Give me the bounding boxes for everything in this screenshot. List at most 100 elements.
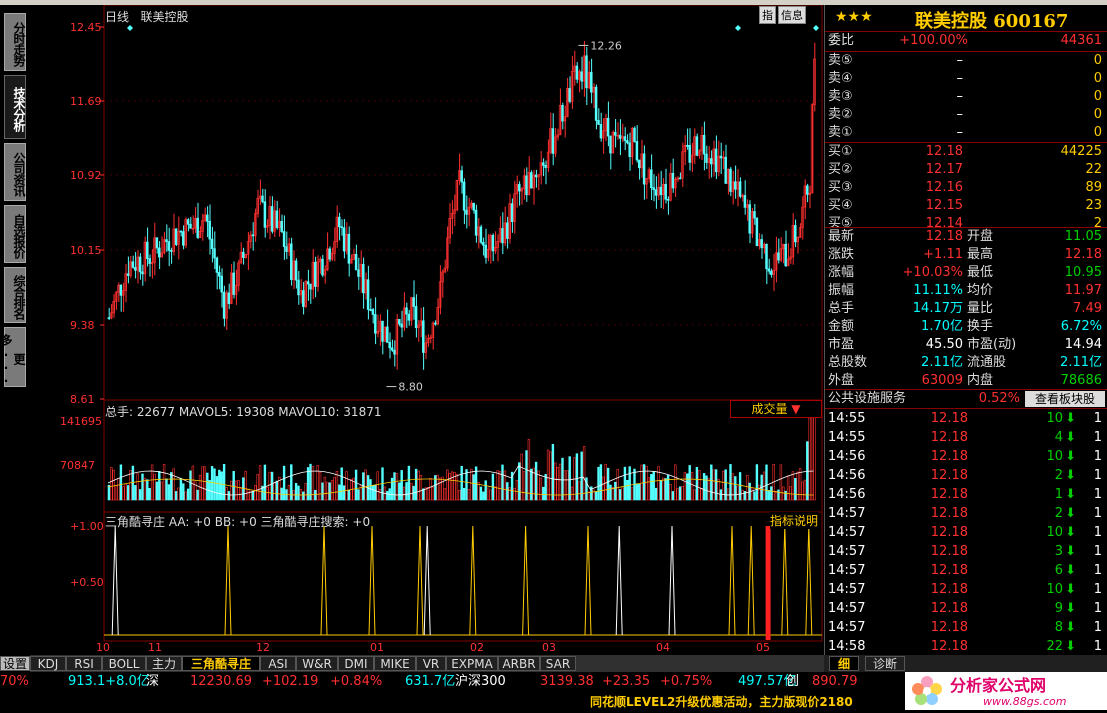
indicator-tab-5[interactable]: 三角酷寻庄 xyxy=(182,656,260,671)
tick-count: 1 xyxy=(1093,620,1102,635)
buy-price: 12.18 xyxy=(925,144,963,159)
volume-bar xyxy=(263,464,267,501)
sector-pct: 0.52% xyxy=(978,391,1020,406)
month-axis-label: 12 xyxy=(256,641,270,654)
buy-label: 买④ xyxy=(828,198,853,213)
indicator-tab-6[interactable]: ASI xyxy=(260,656,296,671)
left-tab-5[interactable]: 更多... xyxy=(0,327,26,387)
volume-bar xyxy=(654,487,658,501)
volume-dropdown-label: 成交量 xyxy=(751,402,788,416)
indicator-tab-13[interactable]: SAR xyxy=(540,656,576,671)
indicator-tab-12[interactable]: ARBR xyxy=(498,656,540,671)
tick-time: 14:56 xyxy=(828,468,866,483)
volume-bar xyxy=(191,465,195,501)
kline-chart-area[interactable]: 12.45 11.69 10.92 10.15 9.38 8.61 141695 70847 +… xyxy=(30,5,824,655)
candle-body xyxy=(220,275,223,293)
down-arrow-icon: ⬇ xyxy=(1065,487,1076,502)
tick-price: 12.18 xyxy=(930,620,968,635)
volume-bar xyxy=(489,489,492,501)
candle-body xyxy=(585,55,588,89)
tick-row: 14:57 12.18 8 ⬇ 1 xyxy=(825,619,1107,637)
left-tab-1[interactable]: 技术分析 xyxy=(4,75,26,139)
volume-bar xyxy=(767,490,771,501)
indicator-info-button[interactable]: 指 xyxy=(759,6,776,24)
volume-bar xyxy=(779,464,783,501)
down-arrow-icon: ⬇ xyxy=(1065,525,1076,540)
volume-bar xyxy=(482,491,485,501)
stock-info-button[interactable]: 信息 xyxy=(778,6,806,24)
month-axis-label: 05 xyxy=(756,641,770,654)
volume-bar xyxy=(275,480,279,501)
down-arrow-icon: ⬇ xyxy=(1065,544,1076,559)
indicator-tab-7[interactable]: W&R xyxy=(296,656,338,671)
sell-volume: 0 xyxy=(1093,125,1102,140)
volume-bar xyxy=(717,478,720,501)
indicator-tab-1[interactable]: KDJ xyxy=(30,656,66,671)
candle-body xyxy=(213,248,216,259)
indicator-tab-9[interactable]: MIKE xyxy=(374,656,416,671)
indicator-tab-3[interactable]: BOLL xyxy=(102,656,146,671)
volume-bar xyxy=(398,482,401,501)
indicator-spike xyxy=(615,525,623,636)
volume-bar xyxy=(674,464,677,501)
candle-body xyxy=(767,268,771,272)
volume-bar xyxy=(189,470,192,501)
indicator-tab-11[interactable]: EXPMA xyxy=(446,656,498,671)
tick-row: 14:57 12.18 10 ⬇ 1 xyxy=(825,524,1107,542)
tick-price: 12.18 xyxy=(930,563,968,578)
candle-body xyxy=(357,269,360,277)
left-tab-4[interactable]: 综合排名 xyxy=(4,267,26,323)
volume-bar xyxy=(321,482,324,501)
candle-body xyxy=(638,159,641,169)
left-tab-2[interactable]: 公司资讯 xyxy=(4,143,26,201)
volume-bar xyxy=(734,476,737,501)
volume-bar xyxy=(220,471,223,501)
volume-bar xyxy=(666,475,670,501)
kline-chart-svg[interactable]: 12.45 11.69 10.92 10.15 9.38 8.61 141695 70847 +… xyxy=(30,5,824,655)
candle-body xyxy=(167,241,171,251)
indicator-tab-4[interactable]: 主力 xyxy=(146,656,182,671)
candle-body xyxy=(472,202,475,211)
candle-body xyxy=(806,185,809,195)
volume-bar xyxy=(119,464,123,501)
down-arrow-icon: ⬇ xyxy=(1065,449,1076,464)
candle-body xyxy=(434,322,437,325)
volume-bar xyxy=(438,477,442,501)
stat-value: 1.70亿 xyxy=(921,319,963,334)
volume-bar xyxy=(179,478,183,501)
tick-count: 1 xyxy=(1093,544,1102,559)
indicator-tab-2[interactable]: RSI xyxy=(66,656,102,671)
tick-count: 1 xyxy=(1093,411,1102,426)
left-tab-3[interactable]: 自选报价 xyxy=(4,205,26,263)
ticker-item: +0.84% xyxy=(330,674,383,689)
indicator-tab-8[interactable]: DMI xyxy=(338,656,374,671)
candle-body xyxy=(650,169,653,188)
news-scroller[interactable]: 同花顺LEVEL2升级优惠活动，主力版现价2180 xyxy=(590,693,853,710)
price-axis-label: 10.92 xyxy=(70,169,102,182)
detail-tab-1[interactable]: 诊断 xyxy=(865,656,905,671)
month-axis-label: 11 xyxy=(148,641,162,654)
indicator-tab-10[interactable]: VR xyxy=(416,656,446,671)
sell-price: – xyxy=(956,89,964,104)
volume-indicator-dropdown[interactable]: 成交量 ▼ xyxy=(730,400,822,418)
view-sector-stocks-button[interactable]: 查看板块股 xyxy=(1025,391,1105,407)
volume-bar xyxy=(662,477,665,501)
tick-row: 14:56 12.18 2 ⬇ 1 xyxy=(825,467,1107,485)
candle-body xyxy=(354,253,358,271)
volume-bar xyxy=(465,469,468,501)
volume-bar xyxy=(314,489,317,501)
logo-title: 分析家公式网 xyxy=(950,676,1046,695)
candle-body xyxy=(765,244,768,270)
month-axis-label: 03 xyxy=(542,641,556,654)
indicator-spike xyxy=(224,525,232,636)
indicator-spike xyxy=(423,525,431,636)
volume-bar xyxy=(254,485,257,501)
buy-row: 买① 12.18 44225 xyxy=(825,143,1107,161)
tick-volume: 10 xyxy=(1046,582,1063,597)
candle-body xyxy=(422,320,425,353)
detail-tab-0[interactable]: 细 xyxy=(829,656,859,671)
indicator-tab-0[interactable]: 设置 xyxy=(0,656,30,671)
left-tab-0[interactable]: 分时走势 xyxy=(4,13,26,71)
candle-body xyxy=(210,238,214,250)
indicator-explain-link[interactable]: 指标说明 xyxy=(770,512,819,529)
